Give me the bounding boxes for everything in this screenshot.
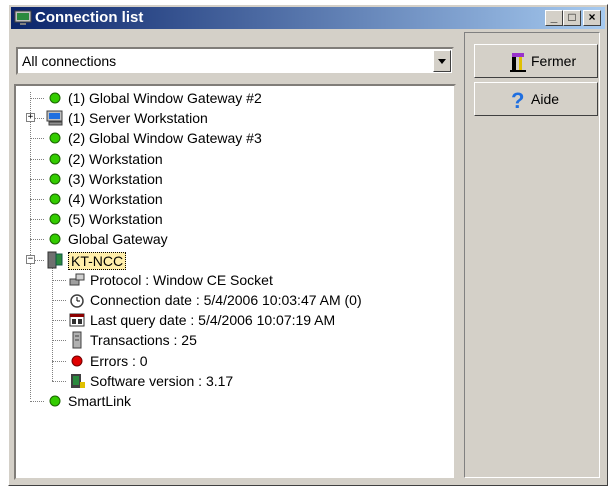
tree-child-item[interactable]: Protocol : Window CE Socket <box>16 270 446 290</box>
green-dot-icon <box>49 395 61 407</box>
minimize-button[interactable]: _ <box>545 10 563 26</box>
tree-node[interactable]: (5) Workstation <box>16 209 446 229</box>
dropdown-arrow-button[interactable] <box>433 50 451 72</box>
green-dot-icon <box>49 173 61 185</box>
tree-node[interactable]: (2) Workstation <box>16 149 446 169</box>
computer-icon <box>46 110 63 126</box>
tree-connector-line <box>52 320 66 322</box>
tree-node-label: SmartLink <box>68 393 132 409</box>
tree-node-label: (2) Workstation <box>68 150 163 167</box>
tree-node-selected[interactable]: − KT-NCC <box>16 250 446 270</box>
tree-connector-line <box>30 199 44 200</box>
tree-node-label: Global Gateway <box>68 231 168 248</box>
tree-node-label: KT-NCC <box>68 251 127 270</box>
tree-node-label: (5) Workstation <box>68 211 163 228</box>
software-icon <box>71 373 85 388</box>
tree-connector-line <box>30 98 44 99</box>
tree-node[interactable]: Global Gateway <box>16 229 446 249</box>
red-dot-icon <box>71 355 83 367</box>
tree-node[interactable]: + (1) Server Workstation <box>16 108 446 128</box>
tree-child-item[interactable]: Last query date : 5/4/2006 10:07:19 AM <box>16 310 446 330</box>
filter-selected-value: All connections <box>22 53 117 69</box>
tree-node-label: Errors : 0 <box>90 352 148 369</box>
tree-node-label: (4) Workstation <box>68 191 163 207</box>
green-dot-icon <box>49 132 61 144</box>
tree-node[interactable]: (3) Workstation <box>16 169 446 189</box>
tree-connector-line <box>30 178 44 180</box>
calendar-icon <box>69 313 85 327</box>
clock-icon <box>70 294 84 308</box>
tree-node[interactable]: SmartLink <box>16 391 446 411</box>
tree-node[interactable]: (2) Global Window Gateway #3 <box>16 128 446 148</box>
device-icon <box>47 251 63 269</box>
protocol-icon <box>69 273 85 286</box>
tree-connector-line <box>52 340 66 342</box>
green-dot-icon <box>49 233 61 245</box>
tree-node-label: Software version : 3.17 <box>90 372 234 389</box>
green-dot-icon <box>49 193 61 205</box>
tree-node-label: Connection date : 5/4/2006 10:03:47 AM (… <box>90 292 362 308</box>
tree-connector-line <box>30 239 44 241</box>
door-exit-icon <box>510 53 526 72</box>
help-button[interactable]: ? Aide <box>474 82 598 116</box>
green-dot-icon <box>49 92 61 104</box>
maximize-button[interactable]: □ <box>563 10 581 26</box>
app-icon <box>14 10 32 25</box>
tree-node-label: (3) Workstation <box>68 170 163 187</box>
tree-connector-line <box>52 279 66 281</box>
close-button[interactable]: Fermer <box>474 44 598 78</box>
tree-connector-line <box>30 138 44 140</box>
window-title: Connection list <box>35 9 144 26</box>
close-window-button[interactable]: × <box>583 10 601 26</box>
transactions-icon <box>72 331 82 349</box>
green-dot-icon <box>49 153 61 165</box>
tree-node-label: (1) Global Window Gateway #2 <box>68 90 262 106</box>
connection-tree[interactable]: (1) Global Window Gateway #2 + (1) Server … <box>14 84 456 480</box>
tree-child-item[interactable]: Software version : 3.17 <box>16 371 446 391</box>
tree-node[interactable]: (4) Workstation <box>16 189 446 209</box>
tree-node-label: (2) Global Window Gateway #3 <box>68 130 262 147</box>
tree-node-label: Transactions : 25 <box>90 332 197 349</box>
tree-connector-line <box>52 360 66 362</box>
tree-child-item[interactable]: Errors : 0 <box>16 351 446 371</box>
help-question-icon: ? <box>511 89 524 111</box>
connection-filter-select[interactable]: All connections <box>16 47 454 75</box>
tree-child-item[interactable]: Transactions : 25 <box>16 330 446 350</box>
svg-text:?: ? <box>511 89 524 111</box>
tree-connector-line <box>30 219 44 221</box>
expand-icon[interactable]: + <box>26 113 35 123</box>
tree-connector-line <box>30 401 44 402</box>
green-dot-icon <box>49 213 61 225</box>
tree-child-item[interactable]: Connection date : 5/4/2006 10:03:47 AM (… <box>16 290 446 310</box>
tree-node-label: Protocol : Window CE Socket <box>90 271 273 288</box>
tree-node[interactable]: (1) Global Window Gateway #2 <box>16 88 446 108</box>
help-button-label: Aide <box>531 91 560 107</box>
collapse-icon[interactable]: − <box>26 254 35 264</box>
title-bar[interactable]: Connection list _ □ × <box>11 7 605 29</box>
tree-node-label: Last query date : 5/4/2006 10:07:19 AM <box>90 312 336 329</box>
tree-connector-line <box>30 158 44 160</box>
tree-node-label: (1) Server Workstation <box>68 110 208 127</box>
chevron-down-icon <box>438 59 446 64</box>
tree-connector-line <box>52 300 66 301</box>
tree-connector-line <box>52 380 66 382</box>
close-button-label: Fermer <box>531 53 577 69</box>
